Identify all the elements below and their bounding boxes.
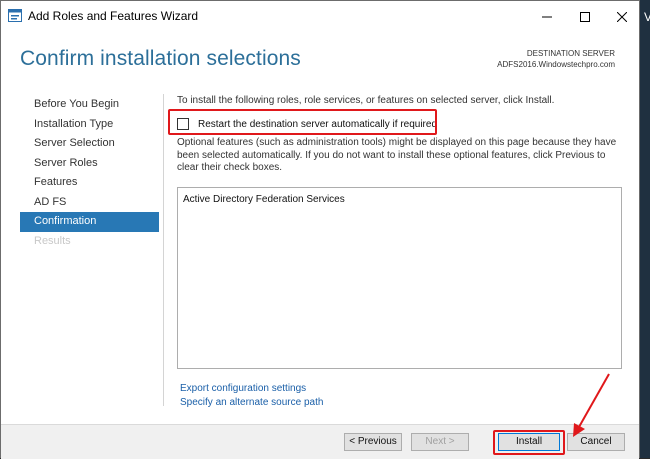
nav-item-installation-type[interactable]: Installation Type: [20, 115, 159, 135]
install-highlight-box: [493, 430, 565, 455]
destination-server-name: ADFS2016.Windowstechpro.com: [497, 60, 615, 69]
title-bar[interactable]: Add Roles and Features Wizard: [1, 1, 639, 32]
intro-text: To install the following roles, role ser…: [177, 95, 555, 106]
minimize-icon: [542, 16, 552, 17]
features-list[interactable]: Active Directory Federation Services: [177, 187, 622, 369]
nav-divider: [163, 94, 164, 406]
annotation-arrow-icon: [573, 373, 610, 437]
list-item: Active Directory Federation Services: [183, 194, 345, 205]
destination-server-label: DESTINATION SERVER: [526, 49, 615, 58]
close-icon: [617, 11, 627, 22]
previous-button[interactable]: < Previous: [344, 433, 402, 451]
server-manager-icon: [8, 9, 22, 22]
background-window-strip: V: [640, 0, 650, 458]
nav-item-features[interactable]: Features: [20, 173, 159, 193]
next-button: Next >: [411, 433, 469, 451]
minimize-button[interactable]: [528, 1, 566, 32]
nav-item-results: Results: [34, 234, 71, 247]
alternate-source-link[interactable]: Specify an alternate source path: [180, 397, 323, 408]
nav-item-before-you-begin[interactable]: Before You Begin: [20, 95, 159, 115]
optional-features-note: Optional features (such as administratio…: [177, 137, 617, 173]
close-button[interactable]: [603, 1, 641, 32]
nav-item-server-selection[interactable]: Server Selection: [20, 134, 159, 154]
restart-highlight-box: [168, 109, 437, 135]
export-configuration-link[interactable]: Export configuration settings: [180, 383, 306, 394]
nav-item-ad-fs[interactable]: AD FS: [20, 193, 159, 213]
nav-item-confirmation[interactable]: Confirmation: [20, 212, 159, 232]
wizard-window: Add Roles and Features Wizard Confirm in…: [0, 0, 640, 459]
window-title: Add Roles and Features Wizard: [28, 9, 199, 23]
maximize-icon: [580, 11, 590, 22]
nav-item-server-roles[interactable]: Server Roles: [20, 154, 159, 174]
wizard-nav: Before You Begin Installation Type Serve…: [20, 95, 159, 251]
page-title: Confirm installation selections: [20, 47, 301, 70]
background-window-letter: V: [644, 10, 650, 24]
maximize-button[interactable]: [566, 1, 604, 32]
